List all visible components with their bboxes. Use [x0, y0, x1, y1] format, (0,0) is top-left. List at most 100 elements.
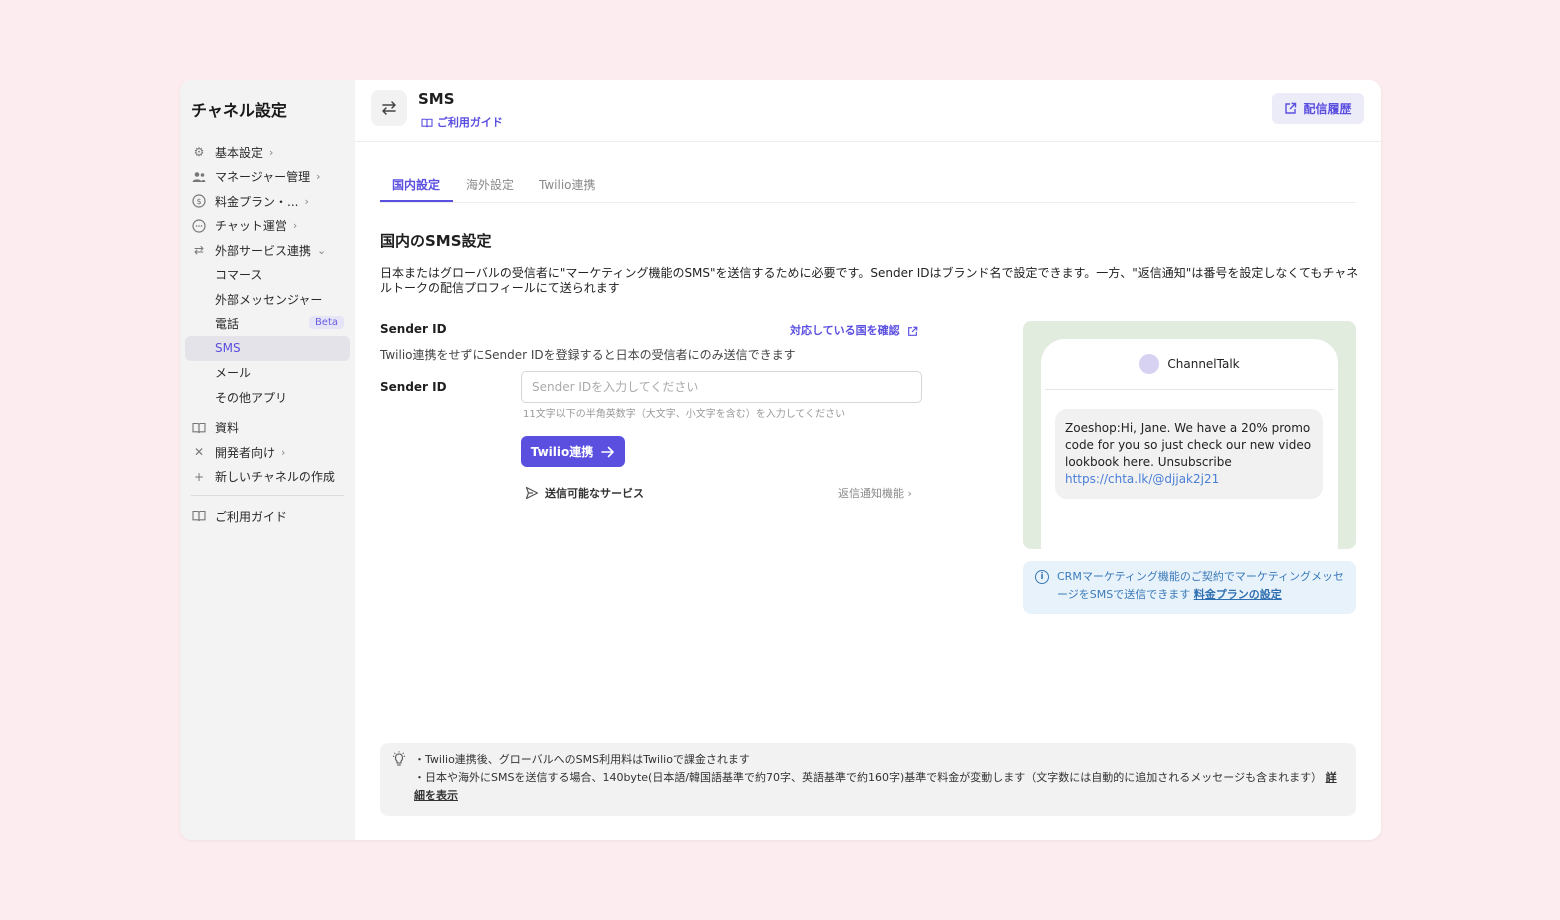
sender-id-field-label: Sender ID [380, 380, 447, 394]
sidebar-item-label: 基本設定 [215, 145, 264, 160]
sidebar-subitem-label: SMS [215, 341, 241, 356]
sidebar-subitem-other-apps[interactable]: その他アプリ [185, 385, 350, 410]
sidebar-subitem-label: その他アプリ [215, 390, 288, 405]
phone-mockup: ChannelTalk Zoeshop:Hi, Jane. We have a … [1041, 339, 1338, 549]
sidebar-item-label: 料金プラン・... [215, 194, 299, 209]
sidebar-subitem-label: 電話 [215, 317, 240, 332]
swap-icon: ⇄ [193, 243, 205, 258]
reply-notification-label: 返信通知機能 [838, 487, 904, 500]
beta-badge: Beta [308, 315, 344, 329]
tips-box: ・Twilio連携後、グローバルへのSMS利用料はTwilioで課金されます ・… [380, 743, 1356, 816]
sidebar-item-developers[interactable]: ✕ 開発者向け › [185, 440, 350, 465]
tab-overseas[interactable]: 海外設定 [466, 176, 514, 193]
pricing-plan-link[interactable]: 料金プランの設定 [1194, 588, 1282, 601]
book-icon [191, 508, 207, 524]
chevron-right-icon: › [269, 145, 274, 159]
sidebar-item-guide[interactable]: ご利用ガイド [185, 504, 350, 529]
chevron-right-icon: › [304, 194, 309, 208]
dollar-icon: $ [191, 193, 207, 209]
sidebar-item-label: チャット運営 [215, 219, 287, 234]
active-tab-indicator [380, 200, 453, 202]
external-link-icon [1284, 102, 1297, 115]
lightbulb-icon [392, 751, 406, 767]
phone-header: ChannelTalk [1045, 339, 1334, 390]
avatar [1139, 354, 1160, 374]
chevron-right-icon: › [281, 445, 286, 459]
sidebar-subitem-phone[interactable]: 電話 Beta [185, 312, 350, 337]
message-bubble: Zoeshop:Hi, Jane. We have a 20% promo co… [1055, 409, 1323, 499]
guide-link-label: ご利用ガイド [436, 116, 503, 129]
chevron-right-icon: › [907, 487, 912, 500]
settings-window: チャネル設定 ⚙ 基本設定 › マネージャー管理 › $ 料金プラン・... › [180, 80, 1381, 840]
sidebar-item-pricing[interactable]: $ 料金プラン・... › [185, 189, 350, 214]
unsubscribe-label: Unsubscribe [1157, 455, 1232, 469]
sender-name: ChannelTalk [1167, 357, 1240, 371]
history-button-label: 配信履歴 [1303, 102, 1352, 116]
info-icon: i [1035, 570, 1049, 584]
gear-icon: ⚙ [193, 145, 205, 160]
swap-icon [371, 90, 407, 126]
chat-icon [191, 218, 207, 234]
sidebar-item-new-channel[interactable]: + 新しいチャネルの作成 [185, 465, 350, 490]
sidebar-item-label: 外部サービス連携 [215, 243, 312, 258]
sidebar-item-basic-settings[interactable]: ⚙ 基本設定 › [185, 140, 350, 165]
book-icon [421, 118, 433, 128]
history-button[interactable]: 配信履歴 [1272, 93, 1364, 124]
sidebar-subitem-commerce[interactable]: コマース [185, 263, 350, 288]
sidebar-item-label: マネージャー管理 [215, 170, 311, 185]
section-description: 日本またはグローバルの受信者に"マーケティング機能のSMS"を送信するために必要… [380, 266, 1359, 295]
arrow-right-icon [601, 446, 615, 458]
sidebar: チャネル設定 ⚙ 基本設定 › マネージャー管理 › $ 料金プラン・... › [180, 80, 355, 840]
tip-line-1: ・Twilio連携後、グローバルへのSMS利用料はTwilioで課金されます [414, 753, 750, 766]
tab-twilio[interactable]: Twilio連携 [539, 176, 596, 193]
sender-id-note: Twilio連携をせずにSender IDを登録すると日本の受信者にのみ送信でき… [380, 348, 796, 362]
send-icon [525, 486, 539, 500]
supported-countries-link[interactable]: 対応している国を確認 [790, 322, 918, 338]
section-title: 国内のSMS設定 [380, 232, 492, 250]
sidebar-item-label: ご利用ガイド [215, 509, 288, 524]
sidebar-subitem-label: メール [215, 366, 252, 381]
sidebar-nav: ⚙ 基本設定 › マネージャー管理 › $ 料金プラン・... › チャット運営… [185, 140, 350, 529]
sidebar-subitem-sms[interactable]: SMS [185, 336, 350, 361]
sidebar-subitem-external-messenger[interactable]: 外部メッセンジャー [185, 287, 350, 312]
sidebar-item-label: 開発者向け [215, 445, 276, 460]
supported-countries-label: 対応している国を確認 [790, 324, 900, 337]
sender-id-input[interactable] [521, 371, 922, 403]
unsubscribe-link[interactable]: https://chta.lk/@djjak2j21 [1065, 472, 1219, 486]
reply-notification-link[interactable]: 返信通知機能 › [838, 485, 912, 501]
svg-text:$: $ [196, 197, 201, 206]
main-content: SMS ご利用ガイド 配信履歴 国内設定 海外設定 Twilio連携 国内のSM… [355, 80, 1381, 840]
chevron-down-icon: ⌄ [317, 243, 327, 257]
available-services-label: 送信可能なサービス [545, 487, 644, 500]
sidebar-item-managers[interactable]: マネージャー管理 › [185, 165, 350, 190]
available-services[interactable]: 送信可能なサービス [525, 485, 644, 501]
chevron-right-icon: › [292, 219, 298, 233]
twilio-connect-button[interactable]: Twilio連携 [521, 436, 625, 467]
external-link-icon [907, 326, 918, 337]
sidebar-item-external-services[interactable]: ⇄ 外部サービス連携 ⌄ [185, 238, 350, 263]
sidebar-item-chat-ops[interactable]: チャット運営 › [185, 214, 350, 239]
tab-domestic[interactable]: 国内設定 [392, 176, 440, 193]
sidebar-item-resources[interactable]: 資料 [185, 416, 350, 441]
users-icon [191, 169, 207, 185]
sidebar-title: チャネル設定 [191, 101, 287, 120]
chevron-right-icon: › [316, 170, 321, 184]
guide-link[interactable]: ご利用ガイド [421, 114, 503, 130]
page-header: SMS ご利用ガイド 配信履歴 [355, 80, 1381, 142]
sidebar-subitem-mail[interactable]: メール [185, 361, 350, 386]
tools-icon: ✕ [193, 445, 205, 460]
sender-id-hint: 11文字以下の半角英数字（大文字、小文字を含む）を入力してください [523, 409, 846, 420]
sidebar-subitem-label: 外部メッセンジャー [215, 292, 323, 307]
sidebar-item-label: 資料 [215, 421, 240, 436]
crm-info-banner: i CRMマーケティング機能のご契約でマーケティングメッセージをSMSで送信でき… [1023, 561, 1356, 614]
twilio-connect-label: Twilio連携 [530, 445, 594, 459]
sms-preview: ChannelTalk Zoeshop:Hi, Jane. We have a … [1023, 321, 1356, 549]
tab-bar: 国内設定 海外設定 Twilio連携 [380, 174, 1356, 203]
sidebar-divider [191, 495, 344, 496]
sidebar-item-label: 新しいチャネルの作成 [215, 470, 335, 485]
sidebar-subitem-label: コマース [215, 268, 263, 283]
book-icon [191, 420, 207, 436]
tip-line-2-text: ・日本や海外にSMSを送信する場合、140byte(日本語/韓国語基準で約70字… [414, 771, 1323, 784]
sender-id-heading: Sender ID [380, 322, 447, 336]
nav-gap [185, 410, 350, 416]
